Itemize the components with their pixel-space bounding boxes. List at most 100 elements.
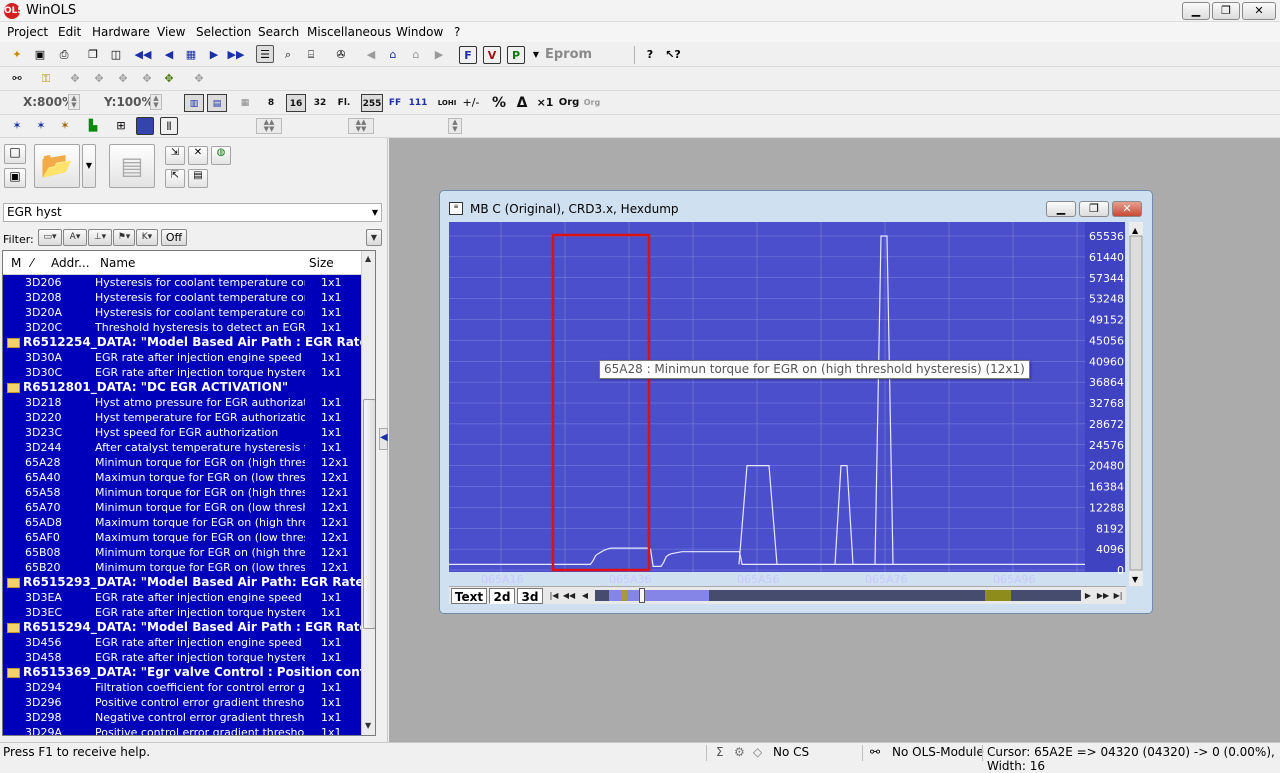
chevron-down-icon[interactable]: ▼ (372, 204, 378, 221)
format-f-icon[interactable]: F (459, 46, 477, 64)
import-icon[interactable]: ⇲ (165, 146, 185, 165)
filter-k-button[interactable]: K▾ (136, 229, 158, 246)
filter-type-button[interactable]: ▭▾ (38, 229, 62, 246)
nav-next-icon[interactable]: ▶ (1081, 588, 1095, 603)
next-icon[interactable]: ▶ (205, 46, 223, 64)
col-name[interactable]: Name (100, 256, 135, 270)
binary-111-button[interactable]: 111 (408, 94, 428, 112)
list-view-icon[interactable]: ☰ (256, 45, 274, 63)
tab-2d[interactable]: 2d (489, 588, 515, 604)
last-page-icon[interactable]: ▶▶ (227, 46, 245, 64)
hex-minimize-button[interactable]: ▁ (1046, 201, 1076, 217)
width-spinner[interactable]: ▲ ▼ (448, 118, 462, 134)
menu-project[interactable]: Project (7, 25, 48, 39)
menu-view[interactable]: View (157, 25, 185, 39)
hex-close-button[interactable]: ✕ (1112, 201, 1142, 217)
col-size[interactable]: Size (309, 256, 334, 270)
plugin-4-icon[interactable]: ✥ (138, 70, 156, 88)
collapse-arrow-icon[interactable]: ◀ (380, 432, 388, 443)
offset-spinner[interactable]: ▲▲ ▼▼ (348, 118, 374, 134)
plugin-3-icon[interactable]: ✥ (114, 70, 132, 88)
report-icon[interactable]: ▤ (188, 169, 208, 188)
close-button[interactable]: ✕ (1242, 2, 1276, 20)
width-32-button[interactable]: 32 (310, 94, 330, 112)
zoom-y-label[interactable]: Y:100% (104, 95, 154, 109)
list-item[interactable]: 3D298 Negative control error gradient thr… (3, 710, 361, 725)
grid-icon[interactable]: ▦ (182, 46, 200, 64)
hexdump-2d-chart[interactable]: 6553661440573445324849152450564096036864… (449, 222, 1143, 586)
percent-button[interactable]: % (490, 94, 508, 112)
print-icon[interactable]: ⎙ (55, 46, 73, 64)
row-view-button[interactable]: ▤ (207, 94, 227, 112)
col-address[interactable]: Addr... (51, 256, 90, 270)
nav-prev-icon[interactable]: ◀ (578, 588, 592, 603)
list-item[interactable]: 3D456 EGR rate after injection engine spe… (3, 635, 361, 650)
format-p-icon[interactable]: P (507, 46, 525, 64)
list-item[interactable]: 3D220 Hyst temperature for EGR authorizat… (3, 410, 361, 425)
width-8-button[interactable]: 8 (262, 94, 280, 112)
hex-restore-button[interactable]: ❐ (1079, 201, 1109, 217)
list-item[interactable]: 65AF0 Maximum torque for EGR on (low thre… (3, 530, 361, 545)
list-item[interactable]: 65B20 Minimum torque for EGR on (low thre… (3, 560, 361, 575)
prev-icon[interactable]: ◀ (160, 46, 178, 64)
search-combo[interactable]: EGR hyst ▼ (3, 203, 382, 222)
save-project-button[interactable]: ▣ (4, 168, 26, 188)
minimize-button[interactable]: ▁ (1182, 2, 1210, 20)
upload-icon[interactable]: ⌂ (384, 46, 402, 64)
recent-projects-button[interactable]: ▤ (109, 144, 155, 188)
list-item[interactable]: 3D3EA EGR rate after injection engine spe… (3, 590, 361, 605)
nav-next-page-icon[interactable]: ▶▶ (1096, 588, 1110, 603)
menu-search[interactable]: Search (258, 25, 299, 39)
filter-off-button[interactable]: Off (161, 229, 187, 246)
link-icon[interactable]: ⚯ (8, 70, 26, 88)
wizard-icon[interactable]: ✦ (8, 46, 26, 64)
list-scrollbar[interactable]: ▲ ▼ (361, 251, 375, 735)
original-alt-button[interactable]: Org (583, 94, 601, 112)
width-16-button[interactable]: 16 (286, 94, 306, 112)
hex-ff-button[interactable]: FF (386, 94, 404, 112)
hierarchy-icon[interactable]: ⊞ (112, 117, 130, 135)
eprom-label[interactable]: Eprom (545, 47, 592, 62)
export-icon[interactable]: ⇱ (165, 169, 185, 188)
map-auto-icon[interactable]: ✶ (56, 117, 74, 135)
list-item[interactable]: 3D20A Hysteresis for coolant temperature … (3, 305, 361, 320)
zoom-x-label[interactable]: X:800% (23, 95, 74, 109)
list-folder-row[interactable]: R6512801_DATA: "DC EGR ACTIVATION" (3, 380, 361, 395)
step-spinner[interactable]: ▲▲ ▼▼ (256, 118, 282, 134)
list-folder-row[interactable]: R6515369_DATA: "Egr valve Control : Posi… (3, 665, 361, 680)
window-icon[interactable]: ❐ (84, 46, 102, 64)
nav-first-icon[interactable]: |◀ (547, 588, 561, 603)
list-item[interactable]: 3D30A EGR rate after injection engine spe… (3, 350, 361, 365)
original-button[interactable]: Org (558, 94, 580, 112)
first-page-icon[interactable]: ◀◀ (134, 46, 152, 64)
compare-icon[interactable]: ◫ (107, 46, 125, 64)
chart-scroll-up-icon[interactable]: ▲ (1132, 226, 1139, 235)
overview-strip[interactable] (595, 588, 1081, 603)
format-v-icon[interactable]: V (483, 46, 501, 64)
tools-settings-icon[interactable]: ✕ (188, 146, 208, 165)
filter-tag-button[interactable]: ⚑▾ (113, 229, 135, 246)
sign-icon[interactable]: +/- (462, 94, 480, 112)
chart-vscroll-thumb[interactable] (1129, 235, 1143, 571)
scroll-down-icon[interactable]: ▼ (365, 721, 371, 730)
menu-selection[interactable]: Selection (196, 25, 251, 39)
map-search-icon[interactable]: ✶ (32, 117, 50, 135)
list-item[interactable]: 65AD8 Maximum torque for EGR on (high thr… (3, 515, 361, 530)
open-dropdown-icon[interactable]: ▼ (82, 144, 96, 188)
context-help-icon[interactable]: ↖? (664, 46, 682, 64)
tab-3d[interactable]: 3d (517, 588, 543, 604)
list-item[interactable]: 3D208 Hysteresis for coolant temperature … (3, 290, 361, 305)
dropdown-icon[interactable]: ▼ (527, 46, 545, 64)
list-item[interactable]: 3D20C Threshold hysteresis to detect an E… (3, 320, 361, 335)
chart-scroll-down-icon[interactable]: ▼ (1132, 575, 1139, 584)
help-icon[interactable]: ? (641, 46, 659, 64)
list-item[interactable]: 65A28 Minimun torque for EGR on (high thr… (3, 455, 361, 470)
list-item[interactable]: 3D3EC EGR rate after injection torque hys… (3, 605, 361, 620)
chip-icon[interactable]: ▣ (31, 46, 49, 64)
tools-icon[interactable]: ✇ (332, 46, 350, 64)
back-icon[interactable]: ◀ (362, 46, 380, 64)
menu-window[interactable]: Window (396, 25, 443, 39)
nav-prev-page-icon[interactable]: ◀◀ (562, 588, 576, 603)
list-item[interactable]: 3D206 Hysteresis for coolant temperature … (3, 275, 361, 290)
forward-icon[interactable]: ▶ (430, 46, 448, 64)
